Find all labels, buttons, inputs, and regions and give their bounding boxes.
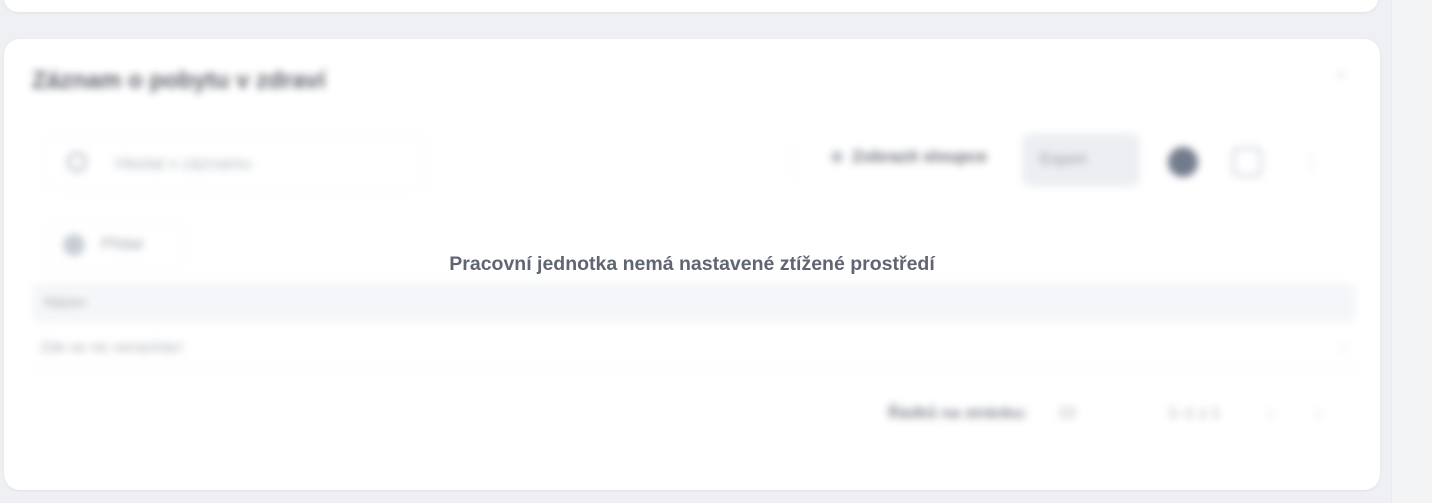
search-icon: [67, 152, 87, 172]
right-sidebar-strip: [1391, 0, 1432, 503]
pagination: Řádků na stránku: 10 1–1 z 1 ‹ ›: [888, 401, 1348, 431]
rows-per-page-label: Řádků na stránku:: [888, 405, 1028, 422]
rows-per-page-select[interactable]: 10: [1058, 405, 1076, 423]
search-placeholder: Hledat v záznamu: [115, 154, 252, 173]
table-header-cell[interactable]: Název: [44, 294, 87, 311]
next-page-icon[interactable]: ›: [1316, 405, 1321, 423]
page-range: 1–1 z 1: [1168, 405, 1221, 422]
column-filter-button[interactable]: Zobrazit sloupce: [832, 147, 987, 177]
previous-page-icon[interactable]: ‹: [1268, 405, 1273, 423]
chevron-up-icon[interactable]: ⌃: [1330, 69, 1352, 91]
previous-card-bottom: [4, 0, 1378, 12]
table-row[interactable]: Zde se nic nenachází ›: [32, 327, 1356, 368]
table-cell: Zde se nic nenachází: [40, 339, 183, 356]
export-button[interactable]: Export: [1022, 133, 1140, 187]
more-vertical-icon[interactable]: ⋮: [1296, 147, 1326, 177]
card-title: Záznam o pobytu v zdraví: [32, 67, 326, 94]
toolbar-divider: [794, 145, 795, 179]
table-header: Název: [32, 283, 1356, 323]
export-label: Export: [1040, 151, 1087, 168]
environment-card: Záznam o pobytu v zdraví ⌃ Hledat v zázn…: [4, 39, 1380, 490]
column-filter-label: Zobrazit sloupce: [852, 147, 988, 166]
no-environment-message: Pracovní jednotka nemá nastavené ztížené…: [449, 253, 935, 275]
search-input[interactable]: Hledat v záznamu: [44, 137, 426, 189]
add-label: Přidat: [101, 236, 143, 253]
printer-icon[interactable]: [1232, 147, 1262, 177]
columns-icon: [832, 152, 842, 162]
chevron-right-icon[interactable]: ›: [1341, 339, 1346, 356]
user-circle-icon[interactable]: [1168, 147, 1198, 177]
